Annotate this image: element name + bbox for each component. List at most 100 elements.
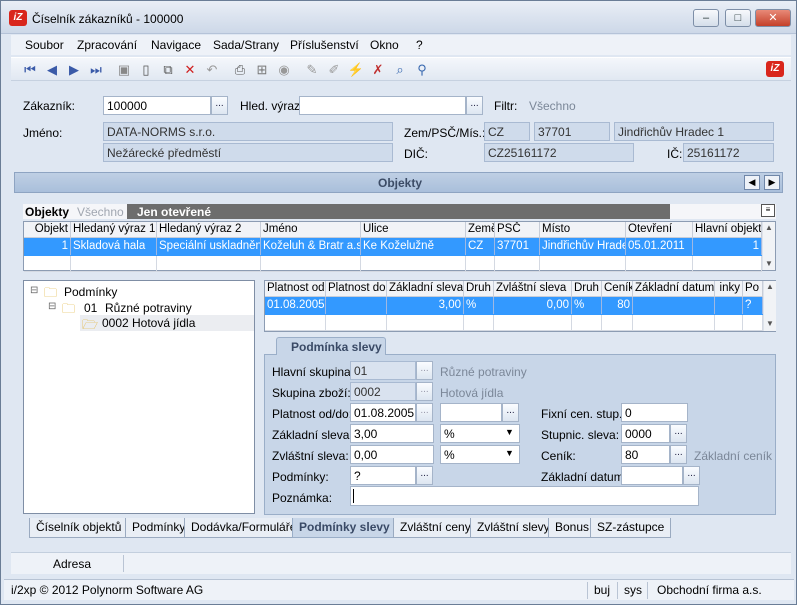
zakaznik-lookup-button[interactable]: ...	[211, 96, 228, 115]
pozn-input[interactable]	[350, 486, 699, 506]
hled-input[interactable]	[299, 96, 466, 115]
menu-prislusenstvi[interactable]: Příslušenství	[290, 38, 359, 52]
tab-zvlastni-slevy[interactable]: Zvláštní slevy	[470, 518, 557, 538]
cenik-input[interactable]: 80	[621, 445, 670, 464]
scroll-down-icon[interactable]: ▼	[765, 259, 773, 268]
scroll-down-icon[interactable]: ▼	[766, 319, 774, 328]
tab-ciselnik-objektu[interactable]: Číselník objektů	[29, 518, 129, 538]
zakl-datum-lookup-button[interactable]: ...	[683, 466, 700, 485]
new-icon[interactable]: ▯	[137, 61, 155, 79]
zvl-input[interactable]: 0,00	[350, 445, 434, 464]
tree-selected-item[interactable]: 🗁 0002 Hotová jídla	[80, 315, 254, 332]
tab-podminky-slevy[interactable]: Podmínky slevy	[292, 518, 397, 538]
menu-sada-strany[interactable]: Sada/Strany	[213, 38, 279, 52]
tab-bonus[interactable]: Bonus	[548, 518, 597, 538]
fixni-input[interactable]: 0	[621, 403, 688, 422]
col-podminky[interactable]: inky	[715, 281, 743, 297]
col-objekt[interactable]: Objekt	[24, 222, 71, 238]
minimize-button[interactable]: –	[693, 9, 719, 27]
col-zvlastni-sleva[interactable]: Zvláštní sleva	[494, 281, 572, 297]
col-otevreni[interactable]: Otevření	[626, 222, 693, 238]
col-zakladni-datum[interactable]: Základní datum	[633, 281, 715, 297]
platnost-od-input[interactable]: 01.08.2005	[350, 403, 416, 422]
prev-arrow-icon[interactable]: ◀	[744, 175, 760, 190]
scroll-up-icon[interactable]: ▲	[765, 223, 773, 232]
tree-root-label[interactable]: Podmínky	[64, 285, 117, 299]
filter-objekty[interactable]: Objekty	[25, 205, 69, 219]
undo-icon[interactable]: ↶	[203, 61, 221, 79]
col-hledany-1[interactable]: Hledaný výraz 1	[71, 222, 157, 238]
col-platnost-od[interactable]: Platnost od	[265, 281, 326, 297]
col-jmeno[interactable]: Jméno	[261, 222, 361, 238]
tab-sz-zastupce[interactable]: SZ-zástupce	[590, 518, 672, 538]
stupnic-lookup-button[interactable]: ...	[670, 424, 687, 443]
col-hlavni-objekt[interactable]: Hlavní objekt	[693, 222, 762, 238]
menu-navigace[interactable]: Navigace	[151, 38, 201, 52]
menu-okno[interactable]: Okno	[370, 38, 399, 52]
menu-soubor[interactable]: Soubor	[25, 38, 64, 52]
objekty-scrollbar[interactable]: ▲ ▼	[762, 222, 775, 270]
cond-scrollbar[interactable]: ▲ ▼	[763, 281, 776, 331]
next-record-icon[interactable]: ▶	[65, 61, 83, 79]
col-ulice[interactable]: Ulice	[361, 222, 466, 238]
col-druh-2[interactable]: Druh	[572, 281, 602, 297]
skupina-lookup-button[interactable]: ...	[416, 382, 433, 401]
tree-collapse-icon[interactable]: ⊟	[30, 285, 38, 296]
filter-open-bar[interactable]: Jen otevřené	[127, 204, 670, 219]
cenik-lookup-button[interactable]: ...	[670, 445, 687, 464]
zvl-druh-select[interactable]: % ▼	[440, 445, 520, 464]
tab-podminky[interactable]: Podmínky	[125, 518, 193, 538]
pencil-icon[interactable]: ✐	[325, 61, 343, 79]
prev-record-icon[interactable]: ◀	[43, 61, 61, 79]
find-icon[interactable]: ⚲	[413, 61, 431, 79]
podm-lookup-button[interactable]: ...	[416, 466, 433, 485]
close-button[interactable]: ✕	[755, 9, 791, 27]
col-hledany-2[interactable]: Hledaný výraz 2	[157, 222, 261, 238]
zakl-input[interactable]: 3,00	[350, 424, 434, 443]
first-record-icon[interactable]: ⏮	[21, 61, 39, 79]
col-zeme[interactable]: Země	[466, 222, 495, 238]
col-platnost-do[interactable]: Platnost do	[326, 281, 387, 297]
tree-child-label[interactable]: Různé potraviny	[105, 301, 192, 315]
print-icon[interactable]: ⎙	[231, 61, 249, 79]
zakaznik-input[interactable]: 100000	[103, 96, 211, 115]
zakl-datum-input[interactable]	[621, 466, 683, 485]
hlavni-lookup-button[interactable]: ...	[416, 361, 433, 380]
filter-icon[interactable]: ⚡	[347, 61, 365, 79]
platnost-do-lookup-button[interactable]: ...	[502, 403, 519, 422]
platnost-do-input[interactable]	[440, 403, 502, 422]
tree-collapse-icon[interactable]: ⊟	[48, 301, 56, 312]
col-zakladni-sleva[interactable]: Základní sleva	[387, 281, 464, 297]
maximize-button[interactable]: □	[725, 9, 751, 27]
stupnic-input[interactable]: 0000	[621, 424, 670, 443]
grid-menu-icon[interactable]: ≡	[761, 204, 775, 217]
table-row[interactable]: 01.08.2005 3,00 % 0,00 % 80 ?	[265, 297, 763, 315]
title-bar[interactable]: iZ Číselník zákazníků - 100000 – □ ✕	[1, 1, 796, 34]
refresh-icon[interactable]: ◉	[275, 61, 293, 79]
adresa-label[interactable]: Adresa	[53, 557, 91, 571]
search-icon[interactable]: ⌕	[391, 61, 409, 79]
menu-zpracovani[interactable]: Zpracování	[77, 38, 137, 52]
hled-lookup-button[interactable]: ...	[466, 96, 483, 115]
next-arrow-icon[interactable]: ▶	[764, 175, 780, 190]
edit-icon[interactable]: ✎	[303, 61, 321, 79]
col-druh-1[interactable]: Druh	[464, 281, 494, 297]
col-cenik[interactable]: Ceník	[602, 281, 633, 297]
tree-child-code[interactable]: 01	[84, 301, 97, 315]
menu-help[interactable]: ?	[416, 38, 423, 52]
filter-vsechno[interactable]: Všechno	[77, 205, 124, 219]
tree-icon[interactable]: ⊞	[253, 61, 271, 79]
clear-filter-icon[interactable]: ✗	[369, 61, 387, 79]
save-icon[interactable]: ▣	[115, 61, 133, 79]
tab-zvlastni-ceny[interactable]: Zvláštní ceny	[393, 518, 478, 538]
col-po[interactable]: Po	[743, 281, 763, 297]
tab-podminka-slevy[interactable]: Podmínka slevy	[276, 337, 386, 355]
table-row[interactable]: 1 Skladová hala Speciální uskladnění Kož…	[24, 238, 762, 256]
last-record-icon[interactable]: ⏭	[87, 61, 105, 79]
platnost-od-lookup-button[interactable]: ...	[416, 403, 433, 422]
zakl-druh-select[interactable]: % ▼	[440, 424, 520, 443]
scroll-up-icon[interactable]: ▲	[766, 282, 774, 291]
podm-input[interactable]: ?	[350, 466, 416, 485]
delete-icon[interactable]: ✕	[181, 61, 199, 79]
col-misto[interactable]: Místo	[540, 222, 626, 238]
